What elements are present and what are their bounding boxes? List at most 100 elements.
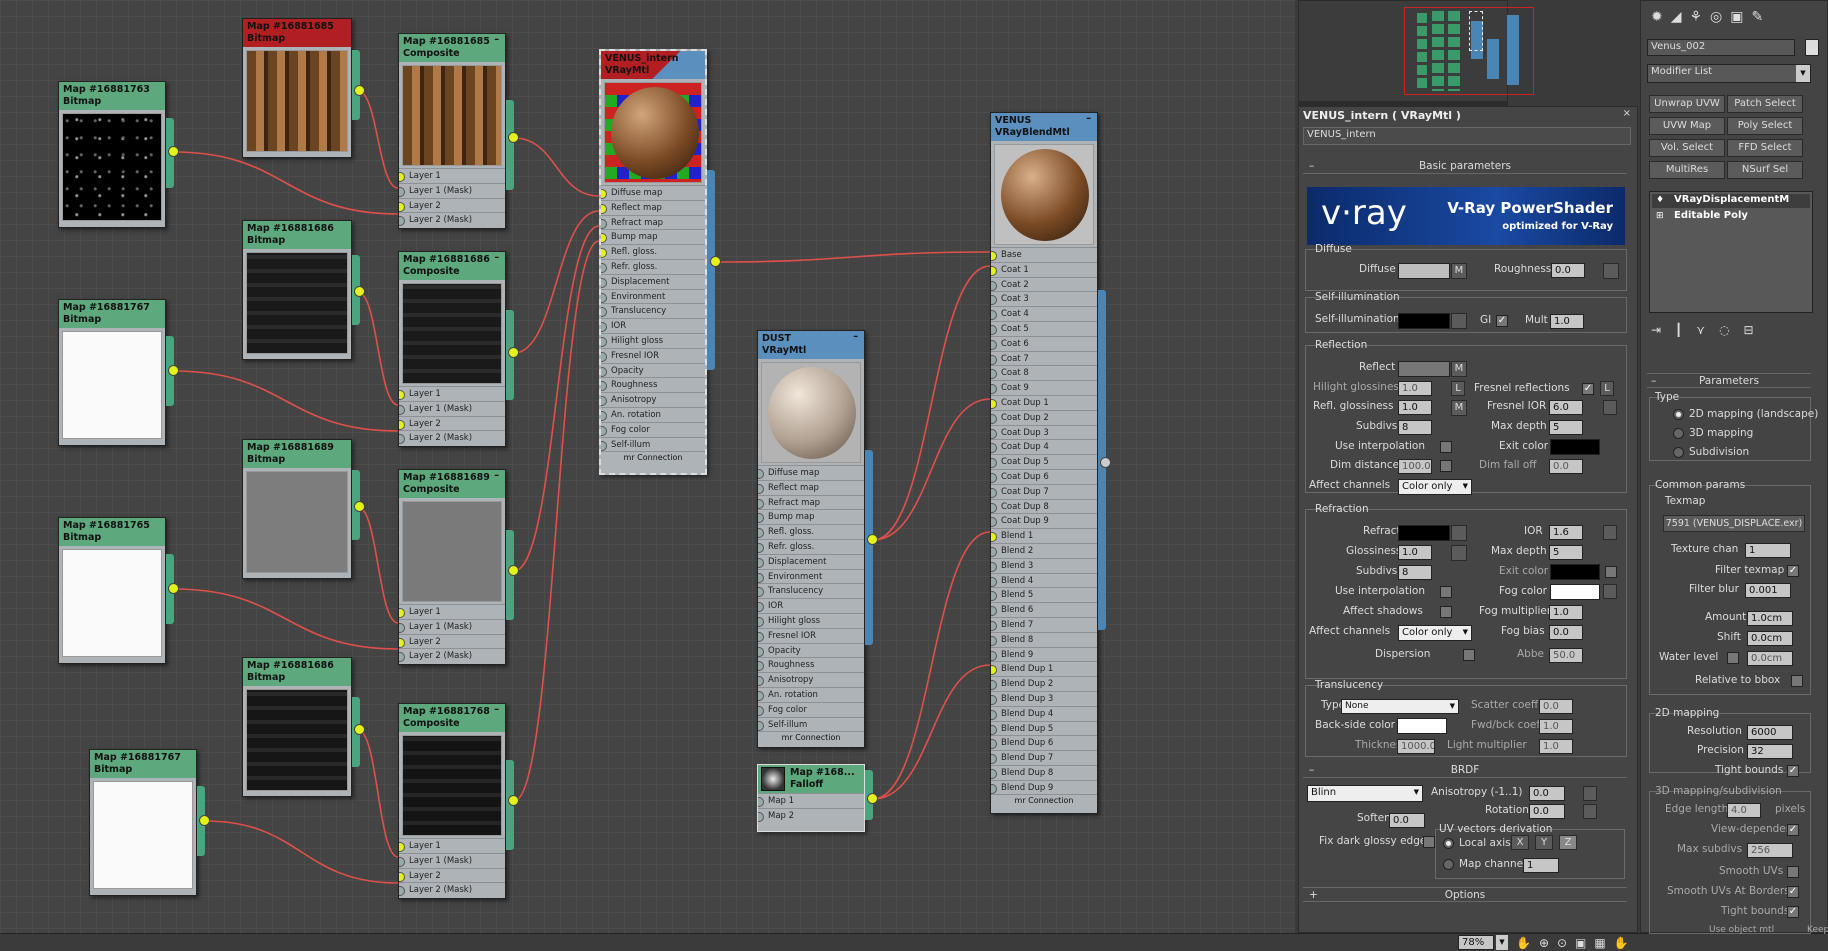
brdf-type-dropdown[interactable]: Blinn ▼ [1307, 785, 1423, 802]
collapse-icon[interactable]: – [853, 331, 858, 343]
composite-node[interactable]: Map #16881685 Composite – Layer 1 Layer 1 (… [398, 33, 506, 229]
max-depth-field[interactable]: 5 [1549, 420, 1583, 435]
input-slot[interactable]: Layer 1 (Mask) [399, 400, 505, 416]
refr-exit-color-checkbox[interactable] [1605, 566, 1617, 578]
input-slot[interactable]: Blend Dup 2 [991, 676, 1097, 691]
node-header[interactable]: Map #168... Falloff [758, 765, 864, 793]
node-header[interactable]: Map #16881765 Bitmap [59, 518, 165, 546]
bitmap-node[interactable]: Map #16881686 Bitmap [242, 220, 352, 360]
modifier-button[interactable]: MultiRes [1649, 161, 1725, 179]
input-slot[interactable]: Coat 5 [991, 320, 1097, 336]
input-slot[interactable]: Coat 6 [991, 335, 1097, 351]
collapse-icon[interactable]: – [1086, 113, 1091, 125]
roughness-map-button[interactable] [1603, 263, 1619, 279]
fog-color-swatch[interactable] [1550, 584, 1600, 600]
dispersion-checkbox[interactable] [1463, 649, 1475, 661]
refl-gloss-map-button[interactable]: M [1451, 400, 1467, 416]
output-socket[interactable] [354, 724, 365, 735]
refr-max-depth-field[interactable]: 5 [1549, 545, 1583, 560]
node-header[interactable]: DUST VRayMtl – [758, 331, 864, 359]
filter-blur-field[interactable]: 0.001 [1745, 583, 1791, 598]
input-slot[interactable]: IOR [601, 318, 705, 333]
input-slot[interactable]: Coat 8 [991, 365, 1097, 380]
output-socket[interactable] [354, 286, 365, 297]
composite-node[interactable]: Map #16881689 Composite – Layer 1 Layer 1 (… [398, 469, 506, 665]
input-slot[interactable]: Self-illum [758, 716, 864, 732]
refract-color-swatch[interactable] [1398, 525, 1450, 541]
output-socket[interactable] [710, 256, 721, 267]
node-header[interactable]: Map #16881763 Bitmap [59, 82, 165, 110]
input-slot[interactable]: Layer 1 [399, 604, 505, 619]
node-header[interactable]: Map #16881768 Composite – [399, 704, 505, 732]
input-slot[interactable]: IOR [758, 598, 864, 613]
input-slot[interactable]: Translucency [601, 303, 705, 318]
filter-texmap-checkbox[interactable]: ✓ [1787, 565, 1799, 577]
dim-distance-field[interactable]: 100.0c [1398, 459, 1432, 474]
modifier-button[interactable]: Poly Select [1727, 117, 1803, 135]
input-slot[interactable]: Fog color [601, 421, 705, 437]
refr-affect-channels-dropdown[interactable]: Color only ▼ [1398, 625, 1472, 641]
navigator-panel[interactable] [1298, 0, 1534, 102]
exit-color-swatch[interactable] [1550, 439, 1600, 455]
input-slot[interactable]: Blend 6 [991, 602, 1097, 617]
edge-length-field[interactable]: 4.0 [1727, 803, 1761, 818]
modifier-button[interactable]: UVW Map [1649, 117, 1725, 135]
refr-subdivs-field[interactable]: 8 [1398, 565, 1432, 580]
refr-exit-color-swatch[interactable] [1550, 564, 1600, 580]
input-slot[interactable]: Coat 7 [991, 350, 1097, 366]
diffuse-color-swatch[interactable] [1398, 263, 1450, 279]
input-slot[interactable]: Coat Dup 4 [991, 439, 1097, 454]
hilight-glossiness-field[interactable]: 1.0 [1398, 381, 1432, 396]
stack-tool-icons[interactable]: ⇥┃⋎◌⊟ [1651, 323, 1768, 337]
node-header[interactable]: Map #16881686 Bitmap [243, 221, 351, 249]
input-slot[interactable]: Blend 7 [991, 616, 1097, 632]
brdf-rollout[interactable]: – BRDF [1303, 763, 1627, 778]
input-slot[interactable]: Diffuse map [758, 465, 864, 480]
input-slot[interactable]: Layer 1 (Mask) [399, 852, 505, 868]
falloff-node[interactable]: Map #168... Falloff Map 1 Map 2 [757, 764, 865, 832]
ior-field[interactable]: 1.6 [1549, 525, 1583, 540]
output-socket[interactable] [1100, 457, 1111, 468]
input-slot[interactable]: Layer 1 [399, 168, 505, 183]
input-slot[interactable]: Layer 2 (Mask) [399, 882, 505, 897]
input-slot[interactable]: Layer 2 [399, 867, 505, 883]
zoom-field[interactable]: 78% [1458, 935, 1494, 950]
back-side-color-swatch[interactable] [1397, 718, 1447, 734]
glossiness-map-button[interactable] [1451, 545, 1467, 561]
output-socket[interactable] [508, 565, 519, 576]
amount-field[interactable]: 1.0cm [1747, 611, 1793, 626]
output-socket[interactable] [354, 85, 365, 96]
input-slot[interactable]: Coat 3 [991, 291, 1097, 306]
bitmap-node[interactable]: Map #16881685 Bitmap [242, 18, 352, 158]
axis-x-button[interactable]: X [1511, 835, 1529, 850]
abbe-field[interactable]: 50.0 [1549, 648, 1583, 663]
water-level-field[interactable]: 0.0cm [1747, 651, 1793, 666]
input-slot[interactable]: Layer 1 [399, 838, 505, 853]
bitmap-node[interactable]: Map #16881767 Bitmap [58, 299, 166, 446]
collapse-icon[interactable]: – [494, 704, 499, 716]
close-icon[interactable]: × [1623, 108, 1631, 119]
input-slot[interactable]: Refl. gloss. [601, 244, 705, 259]
input-slot[interactable]: Anisotropy [758, 672, 864, 687]
input-slot[interactable]: Coat 9 [991, 380, 1097, 395]
axis-z-button[interactable]: Z [1559, 835, 1577, 850]
anisotropy-field[interactable]: 0.0 [1529, 786, 1565, 801]
input-slot[interactable]: Blend 9 [991, 646, 1097, 662]
modifier-button[interactable]: Vol. Select [1649, 139, 1725, 157]
modifier-button[interactable]: NSurf Sel [1727, 161, 1803, 179]
thickness-field[interactable]: 1000.0 [1397, 739, 1435, 754]
reflect-map-button[interactable]: M [1451, 361, 1467, 377]
collapse-icon[interactable]: – [494, 252, 499, 264]
object-name-field[interactable]: Venus_002 [1647, 39, 1795, 56]
input-slot[interactable]: Environment [758, 568, 864, 584]
fog-bias-field[interactable]: 0.0 [1549, 625, 1583, 640]
input-slot[interactable]: Blend Dup 1 [991, 661, 1097, 676]
input-slot[interactable]: Blend Dup 9 [991, 779, 1097, 795]
mult-field[interactable]: 1.0 [1550, 314, 1584, 329]
modifier-button[interactable]: Unwrap UVW [1649, 95, 1725, 113]
input-slot[interactable]: Blend 8 [991, 631, 1097, 647]
zoom-dropdown-icon[interactable]: ▼ [1496, 935, 1508, 950]
bitmap-node[interactable]: Map #16881763 Bitmap [58, 81, 166, 228]
node-editor-canvas[interactable]: Map #16881763 Bitmap Map #16881685 Bitmap … [0, 0, 1295, 933]
tight-bounds-3d-checkbox[interactable]: ✓ [1787, 906, 1799, 918]
